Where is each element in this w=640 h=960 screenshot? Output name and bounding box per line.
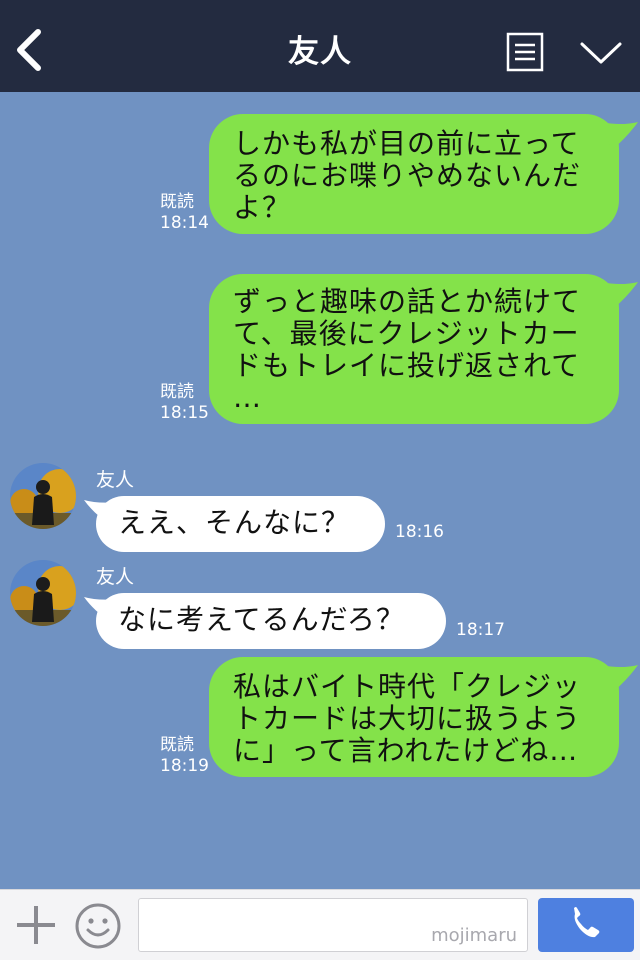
bubble-tail bbox=[600, 282, 638, 310]
phone-icon bbox=[574, 907, 600, 938]
notes-menu-button[interactable] bbox=[506, 32, 544, 72]
bubble-tail bbox=[600, 665, 638, 693]
watermark-text: mojimaru bbox=[431, 925, 517, 946]
read-receipt: 既読 bbox=[160, 735, 194, 755]
message-composer: mojimaru bbox=[0, 889, 640, 960]
avatar[interactable] bbox=[10, 560, 76, 626]
avatar[interactable] bbox=[10, 463, 76, 529]
message-time: 18:17 bbox=[456, 620, 505, 640]
message-bubble[interactable]: なに考えてるんだろ？ bbox=[96, 593, 446, 649]
plus-icon bbox=[17, 906, 55, 944]
message-bubble[interactable]: ええ、そんなに？ bbox=[96, 496, 385, 552]
message-bubble[interactable]: 私はバイト時代「クレジッ トカードは大切に扱うよう に」って言われたけどね… bbox=[209, 657, 619, 777]
smiley-icon bbox=[75, 903, 121, 949]
chevron-down-icon bbox=[580, 42, 622, 64]
message-text: しかも私が目の前に立って るのにお喋りやめないんだ よ？ bbox=[233, 127, 582, 224]
call-button[interactable] bbox=[538, 898, 634, 952]
chat-title: 友人 bbox=[288, 34, 352, 70]
message-text: ええ、そんなに？ bbox=[118, 506, 351, 539]
chat-header: 友人 bbox=[0, 0, 640, 92]
avatar-photo-icon bbox=[10, 463, 76, 529]
avatar-photo-icon bbox=[10, 560, 76, 626]
sender-name: 友人 bbox=[96, 469, 135, 491]
message-input[interactable]: mojimaru bbox=[138, 898, 528, 952]
read-receipt: 既読 bbox=[160, 382, 194, 402]
message-text: 私はバイト時代「クレジッ トカードは大切に扱うよう に」って言われたけどね… bbox=[233, 670, 582, 767]
read-receipt: 既読 bbox=[160, 192, 194, 212]
document-list-icon bbox=[506, 32, 544, 72]
message-time: 18:19 bbox=[160, 756, 209, 776]
message-time: 18:16 bbox=[395, 522, 444, 542]
message-time: 18:14 bbox=[160, 213, 209, 233]
emoji-button[interactable] bbox=[74, 902, 122, 950]
message-time: 18:15 bbox=[160, 403, 209, 423]
add-attachment-button[interactable] bbox=[14, 902, 58, 948]
bubble-tail bbox=[600, 122, 638, 150]
sender-name: 友人 bbox=[96, 566, 135, 588]
message-bubble[interactable]: しかも私が目の前に立って るのにお喋りやめないんだ よ？ bbox=[209, 114, 619, 234]
message-text: ずっと趣味の話とか続けて て、最後にクレジットカー ドもトレイに投げ返されて … bbox=[233, 285, 582, 414]
message-bubble[interactable]: ずっと趣味の話とか続けて て、最後にクレジットカー ドもトレイに投げ返されて … bbox=[209, 274, 619, 424]
message-text: なに考えてるんだろ？ bbox=[118, 603, 405, 636]
expand-menu-button[interactable] bbox=[578, 36, 624, 70]
